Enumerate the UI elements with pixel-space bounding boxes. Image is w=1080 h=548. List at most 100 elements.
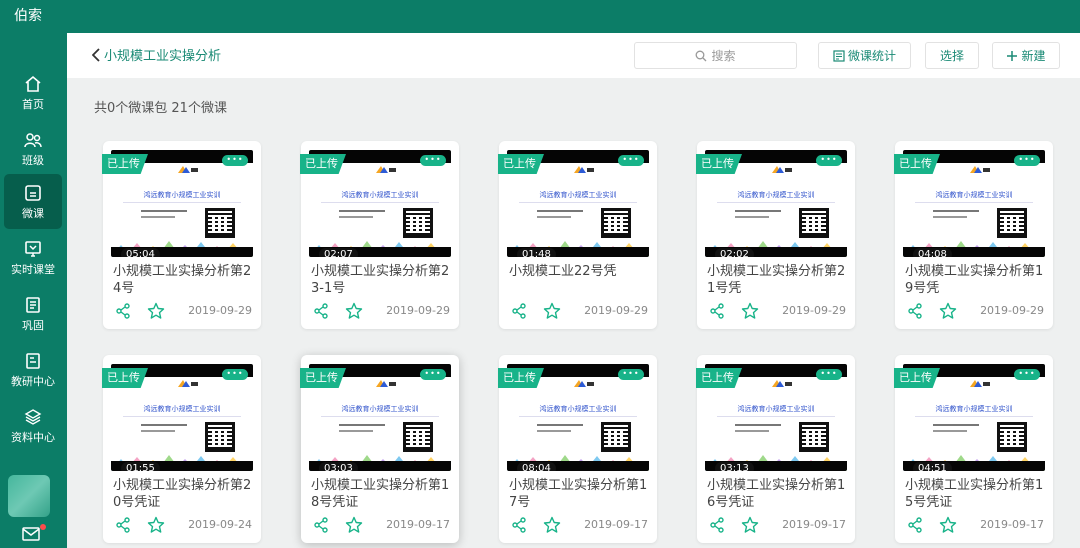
card-date: 2019-09-17 xyxy=(584,518,648,531)
share-icon[interactable] xyxy=(115,517,131,533)
select-button[interactable]: 选择 xyxy=(925,42,979,69)
sidebar-item-home[interactable]: 首页 xyxy=(4,65,62,120)
more-button[interactable]: ••• xyxy=(222,369,248,380)
microcourse-card[interactable]: 鸿远教育小规模工业实训 08:04 已上传 ••• 小规模工业实操分析第17号 … xyxy=(498,355,657,543)
star-icon[interactable] xyxy=(741,302,759,320)
thumbnail-title: 鸿远教育小规模工业实训 xyxy=(539,191,617,199)
card-title[interactable]: 小规模工业实操分析第15号凭证 xyxy=(905,477,1047,511)
star-icon[interactable] xyxy=(345,516,363,534)
more-button[interactable]: ••• xyxy=(816,155,842,166)
microcourse-card[interactable]: 鸿远教育小规模工业实训 01:48 已上传 ••• 小规模工业22号凭 2019… xyxy=(498,141,657,329)
microcourse-card[interactable]: 鸿远教育小规模工业实训 05:04 已上传 ••• 小规模工业实操分析第24号 … xyxy=(102,141,261,329)
microcourse-card[interactable]: 鸿远教育小规模工业实训 04:08 已上传 ••• 小规模工业实操分析第19号凭… xyxy=(894,141,1053,329)
star-icon[interactable] xyxy=(543,302,561,320)
card-date: 2019-09-29 xyxy=(782,304,846,317)
home-icon xyxy=(25,75,41,92)
search-icon xyxy=(696,50,707,61)
share-icon[interactable] xyxy=(115,303,131,319)
more-button[interactable]: ••• xyxy=(618,369,644,380)
sidebar: 首页 班级 微课 实时课堂 巩固 教研中心 资料中心 xyxy=(0,33,67,548)
star-icon[interactable] xyxy=(147,302,165,320)
thumbnail-title: 鸿远教育小规模工业实训 xyxy=(143,191,221,199)
share-icon[interactable] xyxy=(709,303,725,319)
star-icon[interactable] xyxy=(147,516,165,534)
microcourse-card[interactable]: 鸿远教育小规模工业实训 02:02 已上传 ••• 小规模工业实操分析第21号凭… xyxy=(696,141,855,329)
plus-icon xyxy=(1007,50,1018,61)
card-title[interactable]: 小规模工业实操分析第23-1号 xyxy=(311,263,453,297)
share-icon[interactable] xyxy=(907,303,923,319)
more-button[interactable]: ••• xyxy=(420,369,446,380)
qr-code xyxy=(403,422,433,452)
qr-code xyxy=(997,422,1027,452)
share-icon[interactable] xyxy=(313,517,329,533)
card-title[interactable]: 小规模工业实操分析第18号凭证 xyxy=(311,477,453,511)
qr-code xyxy=(601,208,631,238)
app-title: 伯索 xyxy=(14,8,42,24)
layers-icon xyxy=(24,409,42,425)
status-badge: 已上传 xyxy=(300,368,346,388)
more-button[interactable]: ••• xyxy=(1014,369,1040,380)
share-icon[interactable] xyxy=(313,303,329,319)
microcourse-card[interactable]: 鸿远教育小规模工业实训 02:07 已上传 ••• 小规模工业实操分析第23-1… xyxy=(300,141,459,329)
card-title[interactable]: 小规模工业实操分析第17号 xyxy=(509,477,651,511)
research-icon xyxy=(26,353,40,369)
search-input[interactable]: 搜索 xyxy=(634,42,797,69)
avatar[interactable] xyxy=(8,475,50,517)
star-icon[interactable] xyxy=(741,516,759,534)
card-date: 2019-09-17 xyxy=(782,518,846,531)
sidebar-item-label: 巩固 xyxy=(22,319,44,332)
share-icon[interactable] xyxy=(511,303,527,319)
logo-icon xyxy=(970,380,990,387)
qr-code xyxy=(799,422,829,452)
logo-icon xyxy=(376,166,396,173)
microcourse-card[interactable]: 鸿远教育小规模工业实训 03:03 已上传 ••• 小规模工业实操分析第18号凭… xyxy=(300,355,459,543)
qr-code xyxy=(205,208,235,238)
thumbnail-title: 鸿远教育小规模工业实训 xyxy=(341,405,419,413)
sidebar-item-microcourse[interactable]: 微课 xyxy=(4,174,62,229)
new-button[interactable]: 新建 xyxy=(992,42,1060,69)
microcourse-card[interactable]: 鸿远教育小规模工业实训 03:13 已上传 ••• 小规模工业实操分析第16号凭… xyxy=(696,355,855,543)
duration-label: 04:51 xyxy=(913,462,952,471)
more-button[interactable]: ••• xyxy=(420,155,446,166)
select-label: 选择 xyxy=(939,49,964,63)
card-title[interactable]: 小规模工业实操分析第16号凭证 xyxy=(707,477,849,511)
stats-button[interactable]: 微课统计 xyxy=(818,42,911,69)
card-title[interactable]: 小规模工业实操分析第24号 xyxy=(113,263,255,297)
card-title[interactable]: 小规模工业22号凭 xyxy=(509,263,651,280)
logo-icon xyxy=(970,166,990,173)
logo-icon xyxy=(178,166,198,173)
more-button[interactable]: ••• xyxy=(816,369,842,380)
more-button[interactable]: ••• xyxy=(222,155,248,166)
more-button[interactable]: ••• xyxy=(618,155,644,166)
sidebar-item-consolidate[interactable]: 巩固 xyxy=(4,286,62,341)
qr-code xyxy=(205,422,235,452)
card-date: 2019-09-17 xyxy=(980,518,1044,531)
sidebar-item-resources[interactable]: 资料中心 xyxy=(4,398,62,453)
logo-icon xyxy=(178,380,198,387)
duration-label: 01:55 xyxy=(121,462,160,471)
microcourse-card[interactable]: 鸿远教育小规模工业实训 01:55 已上传 ••• 小规模工业实操分析第20号凭… xyxy=(102,355,261,543)
duration-label: 04:08 xyxy=(913,248,952,257)
card-date: 2019-09-29 xyxy=(386,304,450,317)
back-button[interactable]: 小规模工业实操分析 xyxy=(92,45,221,64)
sidebar-item-class[interactable]: 班级 xyxy=(4,121,62,176)
star-icon[interactable] xyxy=(939,302,957,320)
more-button[interactable]: ••• xyxy=(1014,155,1040,166)
share-icon[interactable] xyxy=(907,517,923,533)
logo-icon xyxy=(574,166,594,173)
sidebar-item-research[interactable]: 教研中心 xyxy=(4,342,62,397)
card-title[interactable]: 小规模工业实操分析第21号凭 xyxy=(707,263,849,297)
card-title[interactable]: 小规模工业实操分析第20号凭证 xyxy=(113,477,255,511)
card-title[interactable]: 小规模工业实操分析第19号凭 xyxy=(905,263,1047,297)
share-icon[interactable] xyxy=(511,517,527,533)
qr-code xyxy=(799,208,829,238)
star-icon[interactable] xyxy=(939,516,957,534)
status-badge: 已上传 xyxy=(894,368,940,388)
star-icon[interactable] xyxy=(543,516,561,534)
mail-icon[interactable] xyxy=(22,527,40,541)
star-icon[interactable] xyxy=(345,302,363,320)
sidebar-item-live[interactable]: 实时课堂 xyxy=(4,230,62,285)
share-icon[interactable] xyxy=(709,517,725,533)
book-icon xyxy=(26,297,40,313)
microcourse-card[interactable]: 鸿远教育小规模工业实训 04:51 已上传 ••• 小规模工业实操分析第15号凭… xyxy=(894,355,1053,543)
